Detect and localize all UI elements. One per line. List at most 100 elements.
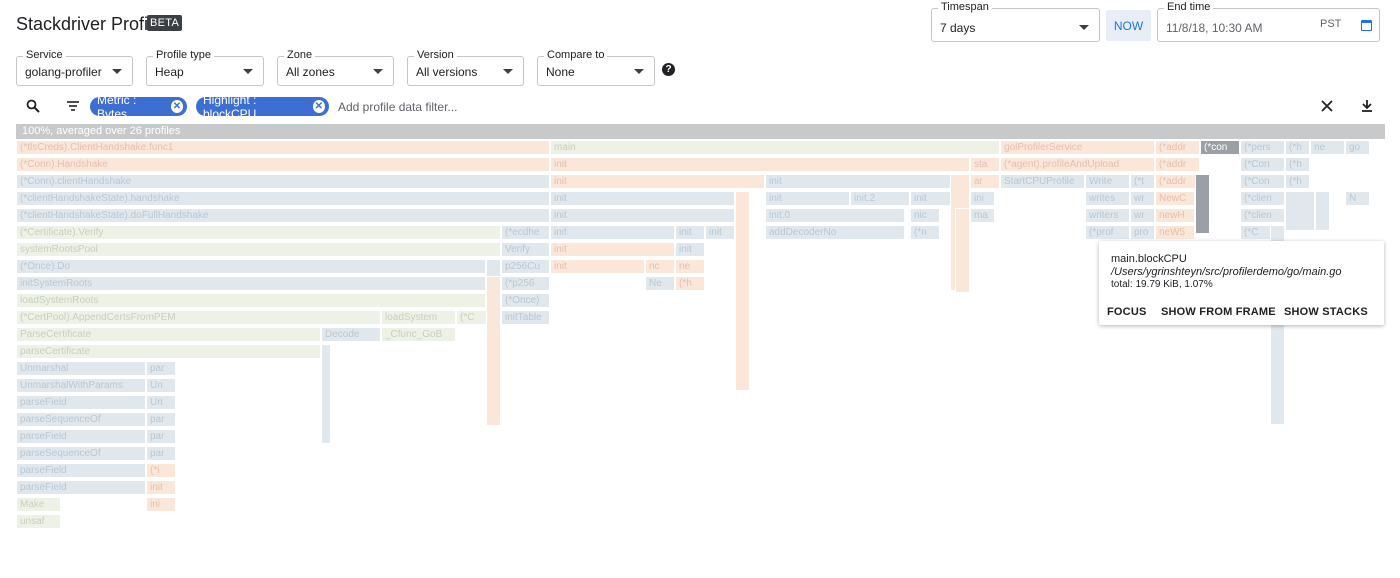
flame-frame[interactable]: N xyxy=(1345,191,1370,206)
flame-frame-stub[interactable] xyxy=(1285,191,1315,231)
flame-frame[interactable]: newH xyxy=(1155,208,1195,223)
flame-frame[interactable]: (*ecdhe xyxy=(501,225,550,240)
compare-to-select[interactable]: Compare to None xyxy=(537,49,655,86)
flame-frame[interactable]: parseField xyxy=(16,463,146,478)
flame-frame-stub[interactable] xyxy=(1195,174,1210,234)
flame-frame[interactable]: ne xyxy=(675,259,705,274)
flame-frame[interactable]: (*clien xyxy=(1240,191,1285,206)
close-icon[interactable]: ✕ xyxy=(312,100,325,113)
flame-frame[interactable]: StartCPUProfile xyxy=(1000,174,1085,189)
flame-frame[interactable]: init xyxy=(550,174,765,189)
focus-button[interactable]: FOCUS xyxy=(1107,306,1147,318)
flame-frame[interactable]: (*h xyxy=(1285,157,1310,172)
end-time-field[interactable]: End time 11/8/18, 10:30 AM PST xyxy=(1157,1,1380,42)
flame-frame[interactable]: parseField xyxy=(16,480,146,495)
flame-frame[interactable]: Decode xyxy=(321,327,381,342)
flame-frame[interactable]: addDecoderNo xyxy=(765,225,905,240)
flame-frame[interactable]: init xyxy=(765,191,850,206)
flame-frame[interactable]: par xyxy=(146,361,176,376)
flame-frame[interactable]: init xyxy=(146,480,176,495)
flame-frame[interactable]: (*Once).Do xyxy=(16,259,486,274)
calendar-icon[interactable] xyxy=(1361,20,1372,31)
flame-frame[interactable]: writes xyxy=(1085,191,1130,206)
flame-frame[interactable]: (*t xyxy=(1130,174,1155,189)
flame-frame[interactable]: parseField xyxy=(16,395,146,410)
close-icon[interactable]: ✕ xyxy=(170,100,183,113)
flame-frame[interactable]: (*Certificate).Verify xyxy=(16,225,501,240)
flame-frame[interactable]: Write xyxy=(1085,174,1130,189)
flame-frame[interactable]: init xyxy=(910,191,955,206)
help-icon[interactable]: ? xyxy=(662,63,675,76)
flame-frame[interactable]: (*clien xyxy=(1240,208,1285,223)
flame-frame[interactable]: Unmarshal xyxy=(16,361,146,376)
flame-frame[interactable]: (*clientHandshakeState).handshake xyxy=(16,191,550,206)
flame-frame[interactable]: init xyxy=(675,242,705,257)
flame-frame[interactable]: (*agent).profileAndUpload xyxy=(1000,157,1155,172)
flame-frame-stub[interactable] xyxy=(321,344,331,444)
flame-frame[interactable]: init xyxy=(550,242,675,257)
flame-frame[interactable]: wr xyxy=(1130,208,1155,223)
show-from-frame-button[interactable]: SHOW FROM FRAME xyxy=(1161,306,1276,318)
flame-frame[interactable]: go xyxy=(1345,140,1370,155)
flame-frame[interactable]: Un xyxy=(146,378,176,393)
flame-frame[interactable]: loadSystemRoots xyxy=(16,293,486,308)
flame-frame[interactable]: (*Conn).clientHandshake xyxy=(16,174,550,189)
flame-frame[interactable]: (*prof xyxy=(1085,225,1130,240)
flame-frame[interactable]: par xyxy=(146,412,176,427)
search-icon[interactable] xyxy=(26,99,40,113)
flame-frame[interactable]: parseSequenceOf xyxy=(16,412,146,427)
version-select[interactable]: Version All versions xyxy=(407,49,524,86)
flame-frame[interactable]: init.2 xyxy=(850,191,910,206)
flame-frame[interactable]: (*addr xyxy=(1155,157,1200,172)
flame-frame[interactable]: (*Conn).Handshake xyxy=(16,157,550,172)
flame-frame[interactable]: (*tlsCreds).ClientHandshake.func1 xyxy=(16,140,550,155)
flame-frame[interactable]: (*h xyxy=(1285,174,1310,189)
flame-frame[interactable]: ini xyxy=(146,497,176,512)
flame-frame[interactable]: init.0 xyxy=(765,208,905,223)
flame-frame[interactable]: neW5 xyxy=(1155,225,1195,240)
profile-type-select[interactable]: Profile type Heap xyxy=(146,49,264,86)
filter-chip-highlight[interactable]: Highlight : blockCPU ✕ xyxy=(196,93,329,121)
flame-frame[interactable]: systemRootsPool xyxy=(16,242,501,257)
flame-frame[interactable]: init xyxy=(550,191,735,206)
flame-frame[interactable]: (*clientHandshakeState).doFullHandshake xyxy=(16,208,550,223)
flame-frame[interactable]: (*Once) xyxy=(501,293,550,308)
filter-input[interactable]: Add profile data filter... xyxy=(338,100,457,114)
flame-frame[interactable]: Verify xyxy=(501,242,550,257)
download-icon[interactable] xyxy=(1361,99,1373,112)
flame-frame[interactable]: _Cfunc_GoB xyxy=(381,327,456,342)
flame-frame[interactable]: (*i xyxy=(146,463,176,478)
flame-frame[interactable]: ini xyxy=(970,191,995,206)
flame-frame[interactable]: parseCertificate xyxy=(16,344,321,359)
flame-frame[interactable]: UnmarshalWithParams xyxy=(16,378,146,393)
flame-frame[interactable]: (*n xyxy=(910,225,940,240)
flame-frame[interactable]: (*CertPool).AppendCertsFromPEM xyxy=(16,310,381,325)
show-stacks-button[interactable]: SHOW STACKS xyxy=(1284,306,1368,318)
flame-frame[interactable]: (*addr xyxy=(1155,174,1200,189)
flame-frame[interactable]: main xyxy=(550,140,1000,155)
flame-frame[interactable]: (*con xyxy=(1200,140,1240,155)
filter-icon[interactable] xyxy=(66,100,80,112)
flame-frame[interactable]: (*pers xyxy=(1240,140,1285,155)
flame-frame[interactable]: Un xyxy=(146,395,176,410)
close-icon[interactable] xyxy=(1321,100,1333,112)
flame-frame-stub[interactable] xyxy=(735,191,750,391)
flame-frame[interactable]: init xyxy=(550,157,970,172)
flame-frame-stub[interactable] xyxy=(955,208,970,293)
flame-frame[interactable]: initSystemRoots xyxy=(16,276,486,291)
flame-frame[interactable]: ParseCertificate xyxy=(16,327,321,342)
flame-frame[interactable]: ne xyxy=(1310,140,1345,155)
flame-frame[interactable]: wr xyxy=(1130,191,1155,206)
flame-frame[interactable]: unsaf xyxy=(16,514,61,529)
flame-frame[interactable]: (*p256 xyxy=(501,276,550,291)
flame-frame[interactable]: loadSystem xyxy=(381,310,456,325)
flame-frame[interactable]: (*h xyxy=(675,276,705,291)
flame-frame[interactable]: par xyxy=(146,446,176,461)
flame-frame[interactable]: init xyxy=(550,208,735,223)
flame-frame[interactable]: ma xyxy=(970,208,995,223)
filter-chip-metric[interactable]: Metric : Bytes ✕ xyxy=(90,93,187,121)
flame-frame-stub[interactable] xyxy=(1315,191,1330,231)
flame-frame-stub[interactable] xyxy=(486,276,501,426)
flame-frame[interactable]: initTable xyxy=(501,310,550,325)
flame-frame[interactable]: init xyxy=(550,225,675,240)
